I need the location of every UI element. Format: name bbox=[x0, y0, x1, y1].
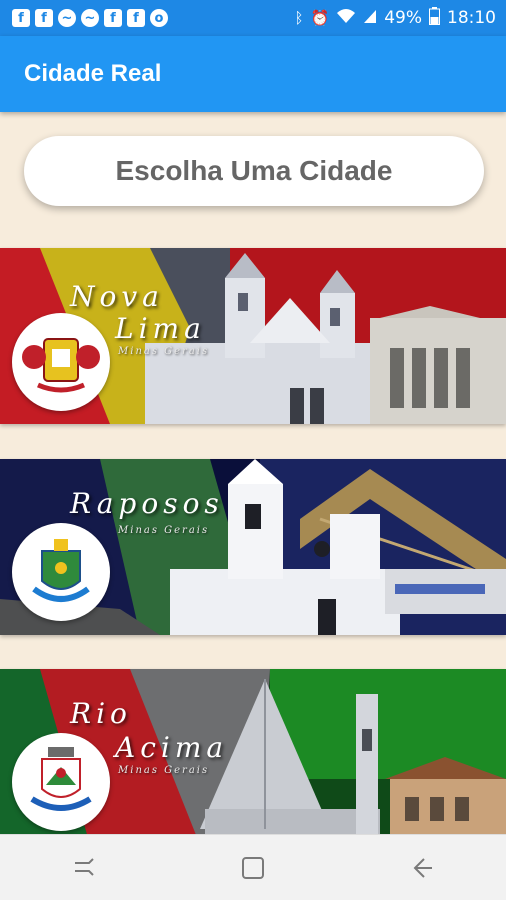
back-icon[interactable] bbox=[392, 843, 452, 893]
navigation-bar bbox=[0, 834, 506, 900]
recent-apps-icon[interactable] bbox=[54, 843, 114, 893]
wifi-icon bbox=[336, 8, 356, 28]
battery-percent: 49% bbox=[384, 8, 422, 28]
nova-lima-coat-of-arms-icon bbox=[12, 313, 110, 411]
rio-acima-coat-of-arms-icon bbox=[12, 733, 110, 831]
app-bar: Cidade Real bbox=[0, 36, 506, 112]
city-state: Minas Gerais bbox=[118, 525, 210, 536]
choose-city-label: Escolha Uma Cidade bbox=[115, 155, 393, 186]
city-card-rio-acima[interactable]: Rio Acima Minas Gerais bbox=[0, 669, 506, 834]
alarm-icon: ⏰ bbox=[310, 9, 330, 27]
city-card-raposos[interactable]: Raposos Minas Gerais bbox=[0, 459, 506, 635]
city-state: Minas Gerais bbox=[118, 346, 210, 357]
facebook-icon: f bbox=[35, 9, 53, 27]
home-icon[interactable] bbox=[223, 843, 283, 893]
clock: 18:10 bbox=[447, 8, 496, 28]
system-status: ᛒ ⏰ 49% 18:10 bbox=[294, 7, 496, 29]
choose-city-button[interactable]: Escolha Uma Cidade bbox=[24, 136, 484, 206]
messenger-icon: ~ bbox=[81, 9, 99, 27]
city-list[interactable]: Escolha Uma Cidade Nova Lima Minas Gerai… bbox=[0, 112, 506, 834]
city-state: Minas Gerais bbox=[118, 765, 210, 776]
city-name-line2: Acima bbox=[115, 731, 229, 764]
status-bar: f f ~ ~ f f o ᛒ ⏰ 49% 18:10 bbox=[0, 0, 506, 36]
bluetooth-icon: ᛒ bbox=[294, 9, 304, 27]
battery-icon bbox=[429, 7, 440, 29]
messenger-icon: ~ bbox=[58, 9, 76, 27]
notification-icons: f f ~ ~ f f o bbox=[12, 9, 168, 27]
facebook-icon: f bbox=[127, 9, 145, 27]
city-name-line1: Nova bbox=[70, 280, 164, 313]
app-title: Cidade Real bbox=[24, 60, 162, 87]
city-name-line1: Rio bbox=[70, 697, 132, 730]
facebook-icon: f bbox=[12, 9, 30, 27]
city-name-line1: Raposos bbox=[70, 487, 224, 520]
city-card-nova-lima[interactable]: Nova Lima Minas Gerais bbox=[0, 248, 506, 424]
city-name-line2: Lima bbox=[115, 312, 206, 345]
eye-icon: o bbox=[150, 9, 168, 27]
signal-icon bbox=[363, 8, 377, 28]
raposos-coat-of-arms-icon bbox=[12, 523, 110, 621]
facebook-icon: f bbox=[104, 9, 122, 27]
